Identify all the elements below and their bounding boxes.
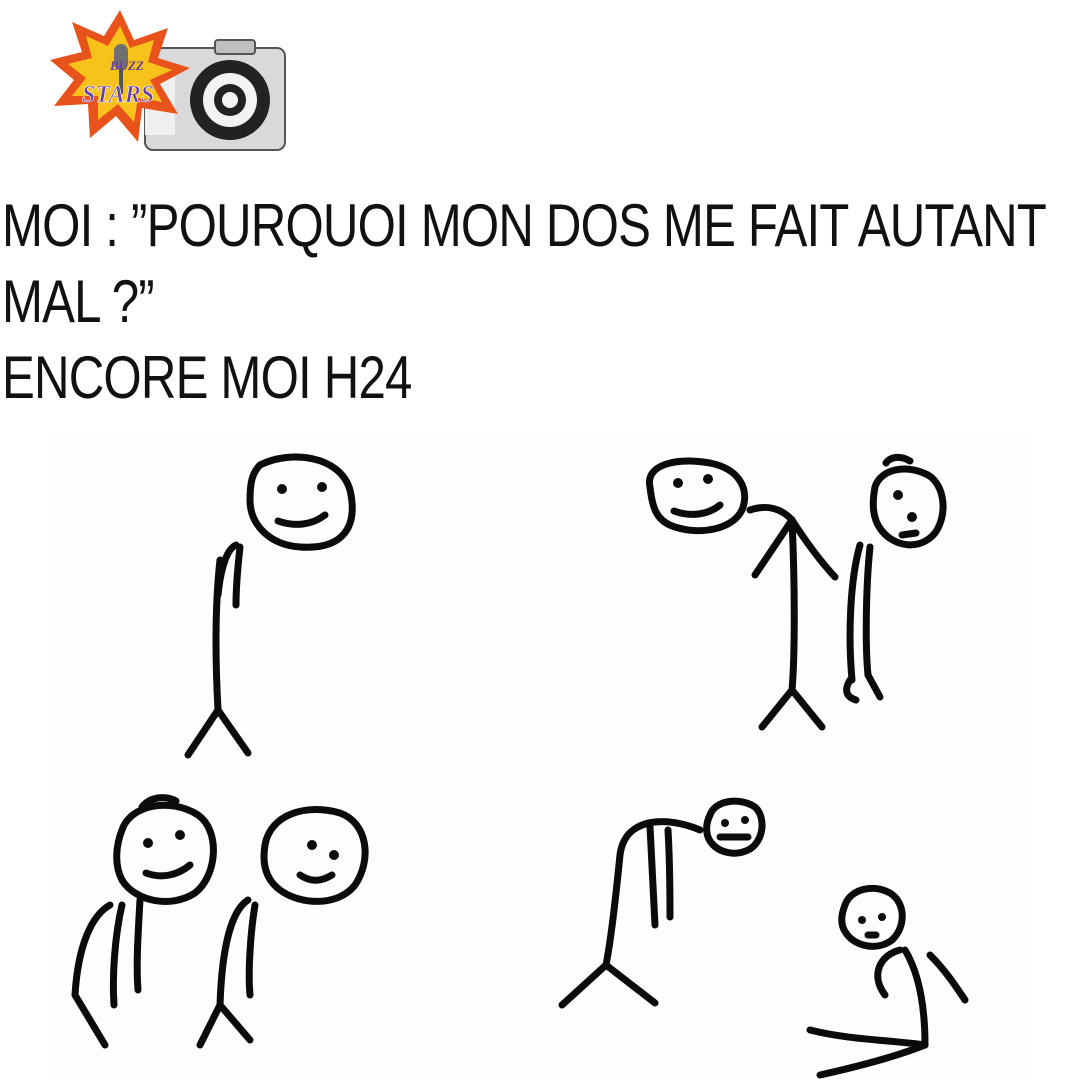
logo-text-line2: STARS xyxy=(82,82,154,108)
panel-2-figures xyxy=(646,453,947,731)
stick-figure-comic xyxy=(50,435,1030,1080)
meme-caption: MOI : ”POURQUOI MON DOS ME FAIT AUTANT M… xyxy=(2,188,1047,416)
caption-line-2: MAL ?” xyxy=(2,268,155,335)
panel-1-figure xyxy=(184,453,356,759)
panel-4-figures xyxy=(558,797,969,1079)
logo-text-line1: BUZZ xyxy=(109,58,144,73)
caption-line-3: ENCORE MOI H24 xyxy=(2,344,412,411)
caption-line-1: MOI : ”POURQUOI MON DOS ME FAIT AUTANT xyxy=(2,192,1047,259)
buzz-stars-logo: BUZZ STARS xyxy=(50,10,290,155)
panel-3-figures xyxy=(71,794,369,1049)
